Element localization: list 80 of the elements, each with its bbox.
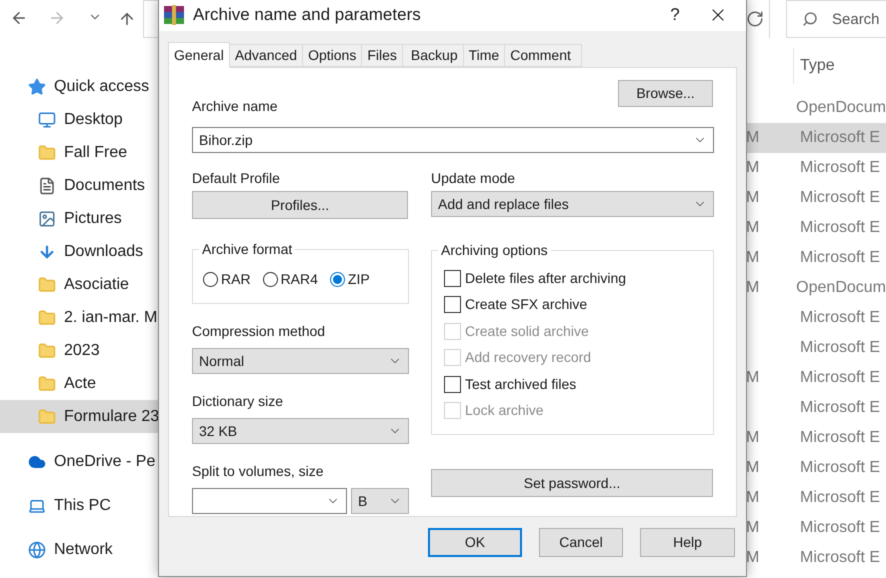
type-cell-text: OpenDocum: [796, 278, 886, 298]
tab[interactable]: Time: [464, 44, 506, 67]
date-cell-text: M: [746, 218, 760, 238]
browse-button[interactable]: Browse...: [618, 80, 713, 107]
type-cell-text: Microsoft E: [800, 248, 880, 268]
date-cell-text: M: [746, 518, 760, 538]
tab[interactable]: Files: [362, 44, 403, 67]
folder-icon: [38, 276, 56, 294]
back-icon[interactable]: [10, 9, 28, 27]
checkbox-option[interactable]: Test archived files: [444, 374, 713, 394]
field-label: Compression method: [192, 323, 326, 339]
nav-item[interactable]: Network: [0, 533, 212, 566]
archiver-logo-icon: [163, 4, 185, 26]
type-cell-text: Microsoft E: [800, 308, 880, 328]
tab[interactable]: Options: [303, 44, 362, 67]
folder-icon: [38, 408, 56, 426]
dialog-button[interactable]: Help: [640, 528, 735, 557]
volume-size-field[interactable]: [192, 488, 347, 514]
checkbox-option[interactable]: Create SFX archive: [444, 294, 713, 315]
refresh-icon: [746, 10, 764, 28]
folder-icon: [38, 342, 56, 360]
type-cell-text: Microsoft E: [800, 188, 880, 208]
type-cell-text: Microsoft E: [800, 158, 880, 178]
date-cell-text: M: [746, 188, 760, 208]
nav-item[interactable]: This PC: [0, 489, 212, 522]
date-cell-text: M: [746, 248, 760, 268]
star-icon: [28, 78, 46, 96]
date-cell-text: M: [746, 458, 760, 478]
date-cell-text: M: [746, 548, 760, 568]
update-mode-dropdown[interactable]: Add and replace files: [431, 191, 714, 217]
date-cell-text: M: [746, 428, 760, 448]
document-icon: [38, 176, 56, 194]
tab[interactable]: Comment: [505, 44, 582, 67]
field-label: Default Profile: [192, 169, 281, 187]
type-cell-text: Microsoft E: [800, 488, 880, 508]
download-icon: [38, 242, 56, 260]
date-cell-text: M: [746, 158, 760, 178]
type-cell-text: Microsoft E: [800, 548, 880, 568]
date-cell-text: M: [746, 368, 760, 388]
folder-icon: [38, 374, 56, 392]
dialog-button[interactable]: OK: [428, 528, 522, 557]
compression-dropdown[interactable]: Normal: [192, 348, 409, 374]
field-label: Split to volumes, size: [192, 463, 324, 479]
type-cell-text: OpenDocum: [796, 98, 886, 118]
folder-icon: [38, 144, 56, 162]
type-cell-text: Microsoft E: [800, 128, 880, 148]
date-cell-text: M: [746, 278, 760, 298]
tab[interactable]: Advanced: [230, 44, 304, 67]
tab[interactable]: General: [168, 42, 230, 68]
archive-name-field[interactable]: Bihor.zip: [192, 127, 714, 153]
date-cell-text: M: [746, 488, 760, 508]
folder-icon: [38, 308, 56, 326]
type-cell-text: Microsoft E: [800, 338, 880, 358]
search-icon: [802, 11, 818, 27]
unit-dropdown[interactable]: B: [351, 488, 409, 514]
set-password-button[interactable]: Set password...: [431, 469, 713, 497]
desktop-icon: [38, 110, 56, 128]
checkbox-option[interactable]: Delete files after archiving: [444, 268, 713, 288]
profiles-button[interactable]: Profiles...: [192, 191, 408, 219]
radio-option[interactable]: ZIP: [330, 269, 370, 290]
type-cell-text: Microsoft E: [800, 518, 880, 538]
pictures-icon: [38, 210, 56, 228]
tab[interactable]: Backup: [402, 44, 464, 67]
dialog-button[interactable]: Cancel: [539, 528, 623, 557]
date-cell-text: M: [746, 128, 760, 148]
field-label: Update mode: [431, 169, 516, 187]
type-cell-text: Microsoft E: [800, 368, 880, 388]
dictionary-dropdown[interactable]: 32 KB: [192, 418, 409, 444]
radio-option[interactable]: RAR4: [262, 269, 318, 290]
type-cell-text: Microsoft E: [800, 398, 880, 418]
help-button[interactable]: ?: [660, 2, 690, 28]
search-field[interactable]: Search: [786, 0, 886, 38]
network-icon: [28, 540, 46, 558]
field-label: Archive name: [192, 98, 278, 114]
type-cell-text: Microsoft E: [800, 458, 880, 478]
window-title: Archive name and parameters: [193, 4, 421, 26]
type-cell-text: Microsoft E: [800, 428, 880, 448]
column-header[interactable]: Type: [800, 54, 835, 78]
up-icon[interactable]: [118, 10, 136, 28]
type-cell-text: Microsoft E: [800, 218, 880, 238]
